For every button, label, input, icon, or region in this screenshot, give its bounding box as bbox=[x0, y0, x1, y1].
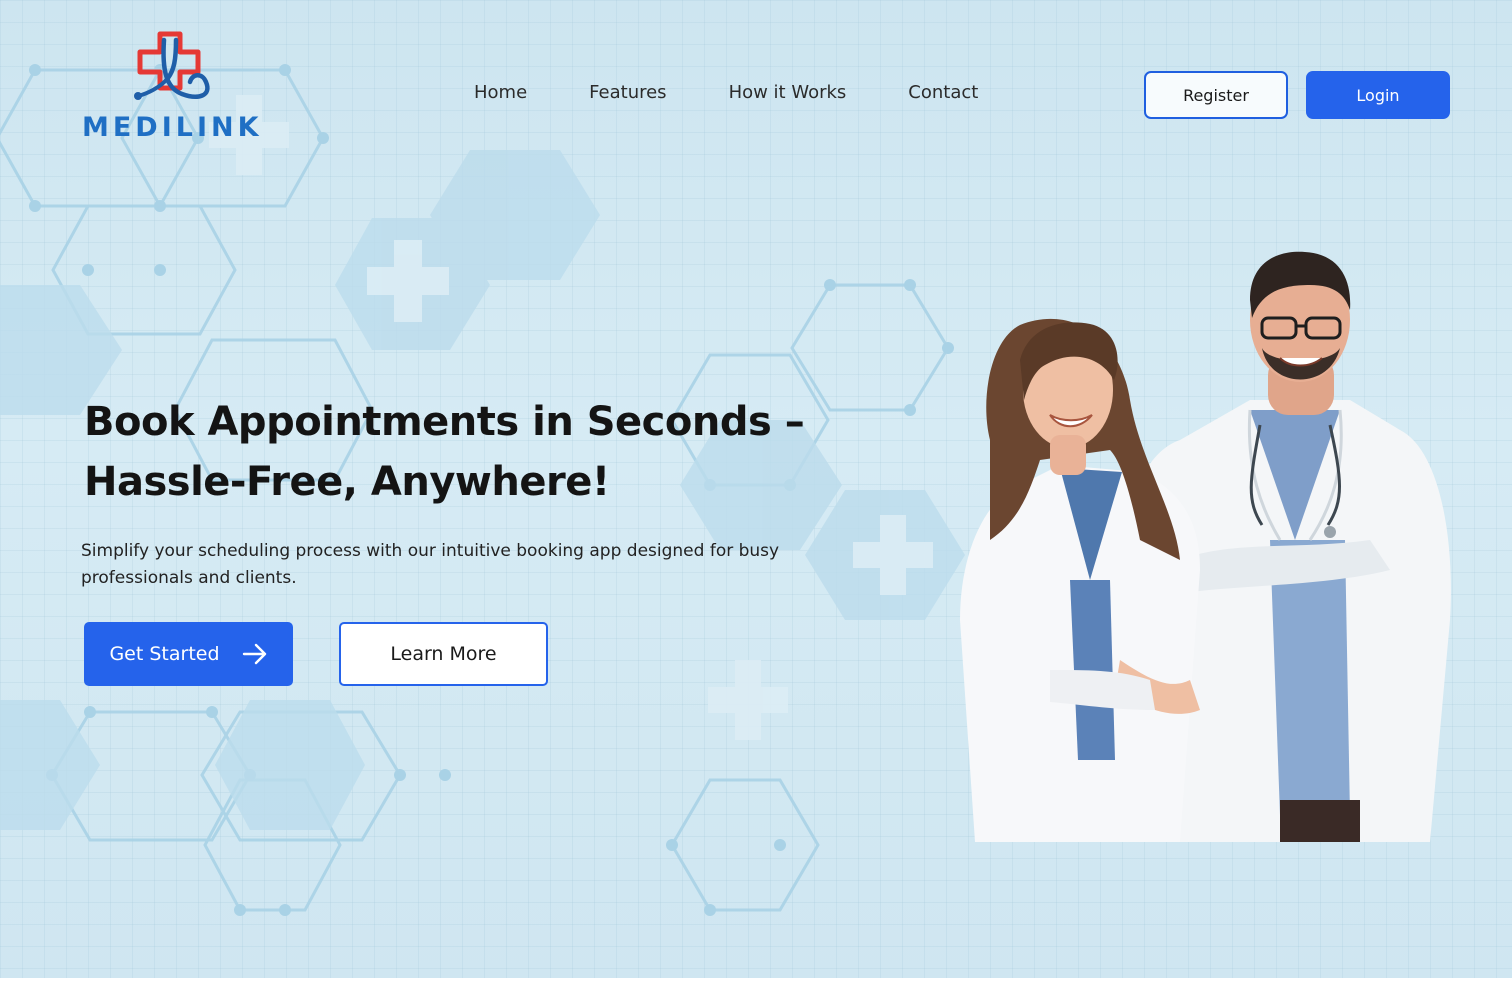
nav-contact[interactable]: Contact bbox=[908, 82, 978, 103]
brand-logo[interactable]: MEDILINK bbox=[80, 30, 270, 143]
nav-how-it-works[interactable]: How it Works bbox=[729, 82, 847, 103]
nav-features[interactable]: Features bbox=[589, 82, 666, 103]
female-doctor-figure bbox=[960, 318, 1200, 842]
arrow-right-icon bbox=[242, 643, 266, 665]
login-button[interactable]: Login bbox=[1306, 71, 1450, 119]
nav-home[interactable]: Home bbox=[474, 82, 527, 103]
get-started-label: Get Started bbox=[109, 643, 220, 665]
main-nav: Home Features How it Works Contact bbox=[474, 82, 978, 103]
brand-name: MEDILINK bbox=[82, 112, 263, 143]
learn-more-button[interactable]: Learn More bbox=[339, 622, 548, 686]
hero-title-line-1: Book Appointments in Seconds – bbox=[84, 399, 805, 445]
get-started-button[interactable]: Get Started bbox=[84, 622, 293, 686]
stethoscope-cross-icon bbox=[134, 31, 210, 100]
hero-title: Book Appointments in Seconds – Hassle-Fr… bbox=[84, 392, 864, 512]
page-bottom-edge bbox=[0, 978, 1512, 983]
hero-title-line-2: Hassle-Free, Anywhere! bbox=[84, 459, 610, 505]
register-button[interactable]: Register bbox=[1144, 71, 1288, 119]
hero-subtitle: Simplify your scheduling process with ou… bbox=[81, 541, 780, 588]
doctors-image bbox=[960, 251, 1451, 842]
